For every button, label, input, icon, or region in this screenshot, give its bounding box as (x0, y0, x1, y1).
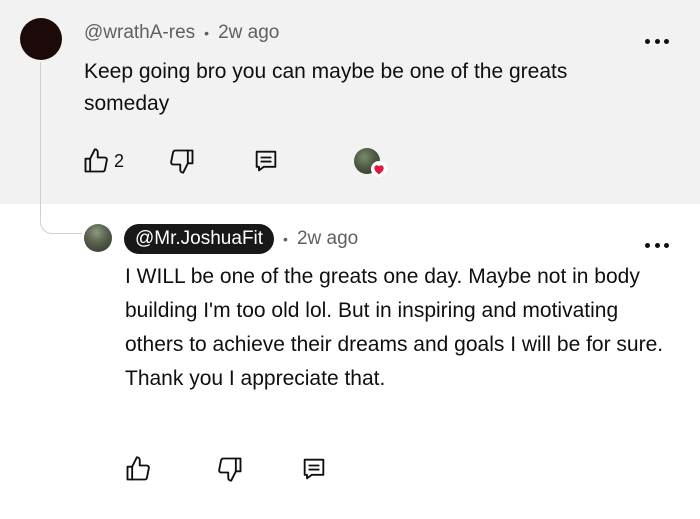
reply-button[interactable] (300, 455, 328, 483)
like-button[interactable]: 2 (82, 147, 124, 175)
meta-separator: • (204, 25, 210, 41)
parent-author[interactable]: @wrathA-res (84, 22, 195, 44)
reply-more-icon[interactable] (645, 240, 669, 250)
meta-separator: • (283, 231, 288, 247)
reply-header: @Mr.JoshuaFit • 2w ago (124, 224, 358, 254)
thumbs-down-icon (168, 147, 196, 175)
comment-thread: @wrathA-res • 2w ago Keep going bro you … (0, 0, 700, 519)
creator-heart-icon (371, 161, 387, 177)
reply-button[interactable] (252, 147, 280, 175)
thumbs-down-icon (216, 455, 244, 483)
thread-connector-line (40, 62, 82, 234)
reply-actions (124, 455, 328, 483)
parent-actions: 2 (82, 147, 280, 175)
thumbs-up-icon (124, 455, 152, 483)
reply-comment-icon (300, 455, 328, 483)
reply-timestamp[interactable]: 2w ago (297, 228, 358, 250)
thumbs-up-icon (82, 147, 110, 175)
reply-avatar[interactable] (84, 224, 112, 252)
parent-comment-header: @wrathA-res • 2w ago (84, 22, 279, 44)
creator-handle-badge[interactable]: @Mr.JoshuaFit (124, 224, 275, 254)
parent-more-icon[interactable] (645, 36, 669, 46)
parent-avatar[interactable] (20, 18, 62, 60)
reply-text: I WILL be one of the greats one day. May… (125, 265, 664, 390)
reply-comment-icon (252, 147, 280, 175)
parent-timestamp[interactable]: 2w ago (218, 22, 279, 44)
dislike-button[interactable] (168, 147, 196, 175)
creator-heart-badge[interactable] (354, 148, 388, 180)
parent-comment-text: Keep going bro you can maybe be one of t… (84, 60, 568, 115)
like-button[interactable] (124, 455, 152, 483)
dislike-button[interactable] (216, 455, 244, 483)
like-count: 2 (114, 150, 125, 171)
